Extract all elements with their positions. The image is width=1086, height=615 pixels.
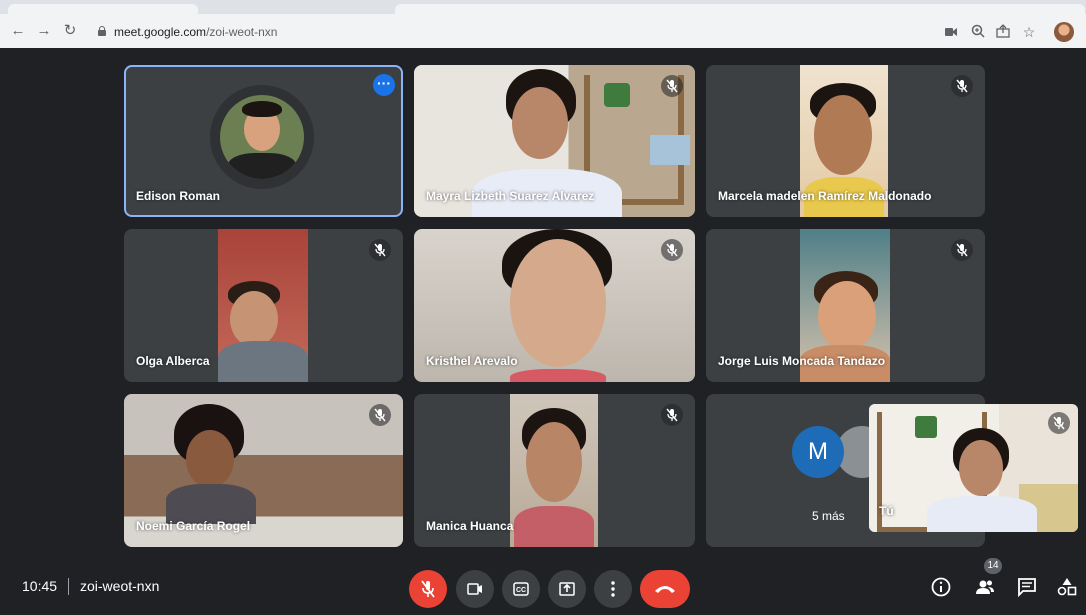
activities-icon [1057,578,1077,596]
browser-tab-active[interactable] [395,4,1085,14]
url-text[interactable]: meet.google.com/zoi-weot-nxn [114,24,277,40]
camera-in-use-icon[interactable] [944,24,958,40]
more-vert-icon [611,581,615,597]
leave-call-button[interactable] [640,570,690,608]
people-button[interactable] [972,574,998,600]
muted-mic-icon [1048,412,1070,434]
mic-toggle-button[interactable] [409,570,447,608]
participant-name: Noemi García Rogel [136,519,251,533]
svg-text:CC: CC [516,587,526,594]
participant-tile[interactable]: Mayra Lizbeth Suarez Alvarez [414,65,695,217]
self-label: Tú [879,504,894,518]
hang-up-icon [655,586,675,593]
muted-mic-icon [661,239,683,261]
activities-button[interactable] [1054,574,1080,600]
toolbar-divider [68,578,69,595]
participant-video [510,394,598,547]
share-icon[interactable] [995,24,1011,40]
muted-mic-icon [369,404,391,426]
present-icon [559,582,575,596]
muted-mic-icon [951,239,973,261]
participant-name: Olga Alberca [136,354,210,368]
camera-icon [467,583,482,595]
muted-mic-icon [661,75,683,97]
participant-tile[interactable]: Olga Alberca [124,229,403,382]
info-icon [931,577,951,597]
url-host: meet.google.com [114,25,207,39]
participant-name: Manica Huanca [426,519,514,533]
participant-tile[interactable]: ··· Edison Roman [124,65,403,217]
meeting-code: zoi-weot-nxn [80,578,160,594]
avatar [220,95,304,179]
back-icon[interactable]: ← [10,22,26,40]
meeting-time: 10:45 [22,578,58,594]
people-icon [976,580,994,594]
mic-off-icon [421,580,435,598]
meeting-details-button[interactable] [928,574,954,600]
lock-icon[interactable] [98,26,106,37]
people-count-badge: 14 [984,558,1002,574]
participant-tile[interactable]: Marcela madelen Ramírez Maldonado [706,65,985,217]
url-path: /zoi-weot-nxn [206,25,278,39]
participant-name: Marcela madelen Ramírez Maldonado [718,189,932,203]
present-screen-button[interactable] [548,570,586,608]
participant-name: Edison Roman [136,189,221,203]
participant-tile[interactable]: Manica Huanca [414,394,695,547]
captions-icon: CC [513,582,529,596]
chat-button[interactable] [1014,574,1040,600]
tab-strip [0,0,1086,14]
muted-mic-icon [369,239,391,261]
browser-chrome: ← → ↻ meet.google.com/zoi-weot-nxn ☆ [0,0,1086,48]
profile-avatar[interactable] [1054,22,1074,42]
participant-tile[interactable]: Noemi García Rogel [124,394,403,547]
muted-mic-icon [661,404,683,426]
more-participants-label: 5 más [812,509,845,523]
browser-tab[interactable] [8,4,198,14]
participant-name: Jorge Luis Moncada Tandazo [718,354,886,368]
participant-name: Mayra Lizbeth Suarez Alvarez [426,189,595,203]
muted-mic-icon [951,75,973,97]
participant-name: Kristhel Arevalo [426,354,518,368]
forward-icon[interactable]: → [36,22,52,40]
more-options-menu-button[interactable] [594,570,632,608]
meeting-toolbar: 10:45 zoi-weot-nxn CC [0,556,1086,615]
camera-toggle-button[interactable] [456,570,494,608]
participant-video [218,229,308,382]
more-participant-initial: M [792,426,844,478]
captions-button[interactable]: CC [502,570,540,608]
reload-icon[interactable]: ↻ [62,22,78,40]
chat-icon [1018,578,1036,597]
self-view-tile[interactable]: Tú [869,404,1078,532]
participant-tile[interactable]: Jorge Luis Moncada Tandazo [706,229,985,382]
zoom-icon[interactable] [970,24,986,40]
bookmark-star-icon[interactable]: ☆ [1021,24,1037,40]
participant-tile[interactable]: Kristhel Arevalo [414,229,695,382]
more-options-button[interactable]: ··· [373,74,395,96]
